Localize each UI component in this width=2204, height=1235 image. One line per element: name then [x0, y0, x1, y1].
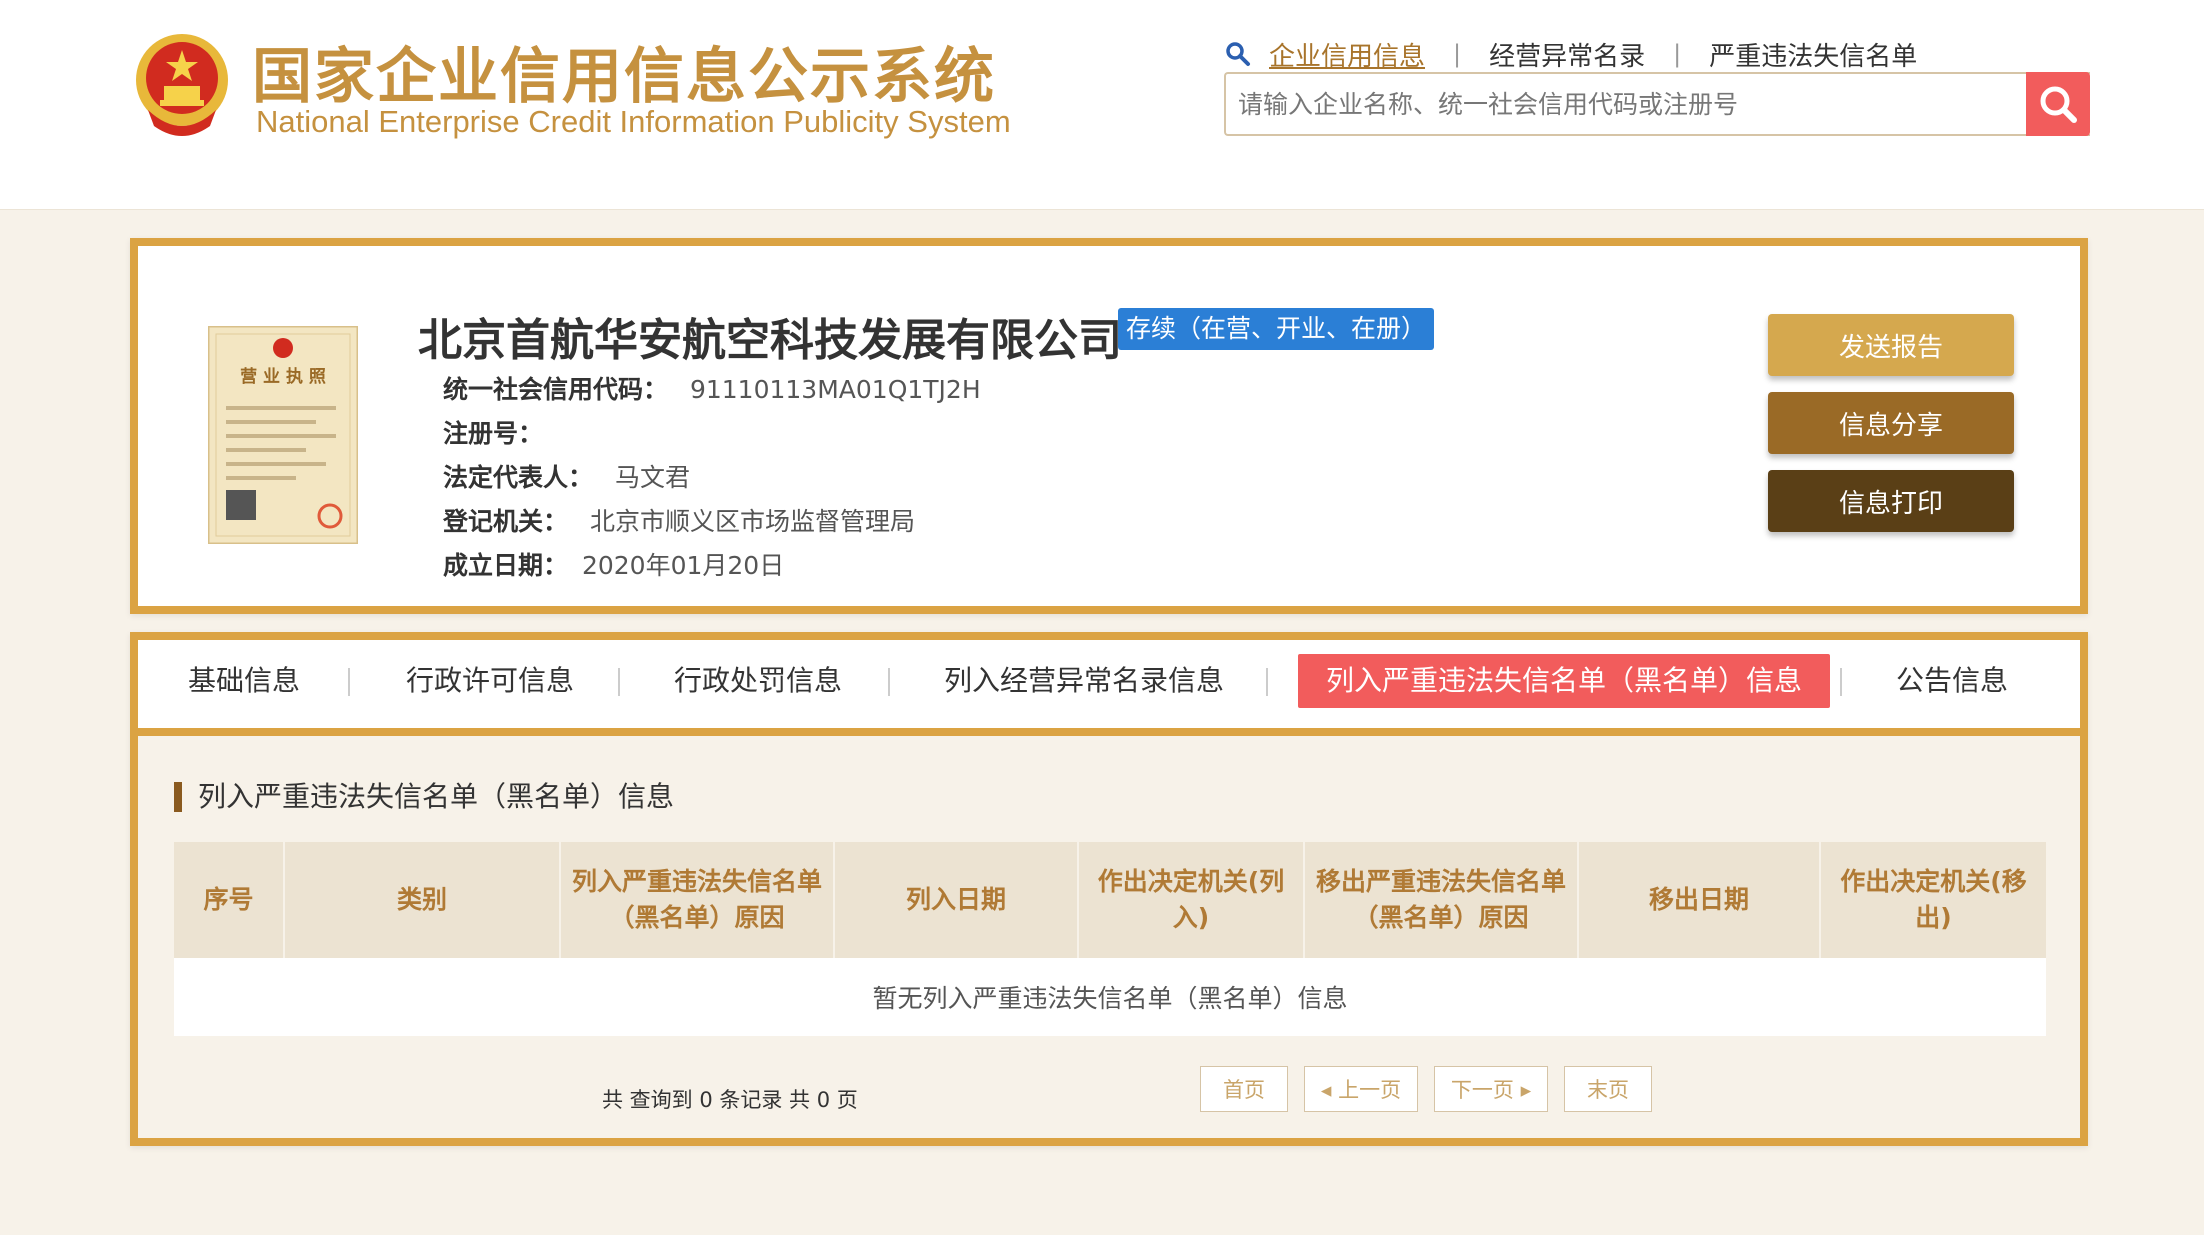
pager-prev-label: 上一页	[1338, 1078, 1402, 1102]
credit-code-value: 91110113MA01Q1TJ2H	[689, 375, 981, 404]
send-report-button[interactable]: 发送报告	[1768, 314, 2014, 376]
column-header: 作出决定机关(列入)	[1078, 842, 1305, 958]
nav-separator: |	[1673, 40, 1682, 68]
tab-basic-info[interactable]: 基础信息	[188, 654, 300, 708]
info-row-legal-representative: 法定代表人： 马文君	[443, 458, 690, 494]
section-title: 列入严重违法失信名单（黑名单）信息	[174, 782, 674, 812]
details-panel: 基础信息 行政许可信息 行政处罚信息 列入经营异常名录信息 列入严重违法失信名单…	[130, 632, 2088, 1146]
column-header: 列入严重违法失信名单（黑名单）原因	[560, 842, 835, 958]
table-header-row: 序号 类别 列入严重违法失信名单（黑名单）原因 列入日期 作出决定机关(列入) …	[174, 842, 2046, 958]
column-header: 序号	[174, 842, 285, 958]
establishment-date-label: 成立日期：	[443, 551, 569, 580]
tab-administrative-penalty[interactable]: 行政处罚信息	[674, 654, 842, 708]
establishment-date-value: 2020年01月20日	[581, 551, 785, 580]
column-header: 类别	[284, 842, 561, 958]
search-icon	[2040, 86, 2077, 123]
chevron-left-icon: ◂	[1320, 1078, 1339, 1102]
tab-abnormal-operation[interactable]: 列入经营异常名录信息	[944, 654, 1224, 708]
info-row-registration-number: 注册号：	[443, 414, 543, 450]
nav-enterprise-credit-info[interactable]: 企业信用信息	[1269, 36, 1425, 73]
tab-serious-violation[interactable]: 列入严重违法失信名单（黑名单）信息	[1298, 654, 1831, 708]
company-summary-panel: 营 业 执 照 北京首航华安航空科技发展有限公司 存续（在营、开业、在册） 统一…	[130, 238, 2088, 614]
nav-serious-violation-list[interactable]: 严重违法失信名单	[1709, 36, 1917, 73]
search-box	[1224, 72, 2090, 136]
empty-table-message: 暂无列入严重违法失信名单（黑名单）信息	[174, 958, 2046, 1036]
tabs-bar: 基础信息 行政许可信息 行政处罚信息 列入经营异常名录信息 列入严重违法失信名单…	[138, 640, 2080, 736]
pager-next-label: 下一页	[1450, 1078, 1514, 1102]
blacklist-table: 序号 类别 列入严重违法失信名单（黑名单）原因 列入日期 作出决定机关(列入) …	[174, 842, 2046, 1036]
pager-first-button[interactable]: 首页	[1200, 1066, 1288, 1112]
credit-code-label: 统一社会信用代码：	[443, 375, 669, 404]
registration-number-label: 注册号：	[443, 419, 544, 448]
registration-authority-value: 北京市顺义区市场监督管理局	[589, 507, 915, 536]
pager-last-button[interactable]: 末页	[1564, 1066, 1652, 1112]
info-row-registration-authority: 登记机关： 北京市顺义区市场监督管理局	[443, 502, 915, 538]
tab-separator	[1840, 668, 1842, 696]
info-row-credit-code: 统一社会信用代码： 91110113MA01Q1TJ2H	[443, 370, 981, 406]
pager-prev-button[interactable]: ◂ 上一页	[1304, 1066, 1418, 1112]
company-name: 北京首航华安航空科技发展有限公司	[418, 315, 1122, 366]
column-header: 作出决定机关(移出)	[1820, 842, 2046, 958]
legal-representative-value: 马文君	[614, 463, 690, 492]
search-button[interactable]	[2026, 72, 2090, 136]
tab-announcements[interactable]: 公告信息	[1896, 654, 2008, 708]
license-title: 营 业 执 照	[240, 366, 326, 387]
national-emblem-icon	[136, 34, 228, 136]
column-header: 移出日期	[1578, 842, 1821, 958]
site-title-en: National Enterprise Credit Information P…	[256, 104, 1011, 139]
nav-separator: |	[1453, 40, 1462, 68]
share-info-button[interactable]: 信息分享	[1768, 392, 2014, 454]
nav-abnormal-operation-list[interactable]: 经营异常名录	[1489, 36, 1645, 73]
tab-separator	[888, 668, 890, 696]
tab-administrative-license[interactable]: 行政许可信息	[406, 654, 574, 708]
site-title-cn: 国家企业信用信息公示系统	[252, 42, 996, 112]
tab-separator	[348, 668, 350, 696]
magnifier-icon	[1226, 42, 1250, 66]
top-nav: 企业信用信息 | 经营异常名录 | 严重违法失信名单	[1225, 34, 1917, 74]
table-row: 暂无列入严重违法失信名单（黑名单）信息	[174, 958, 2046, 1036]
business-license-thumbnail[interactable]: 营 业 执 照	[208, 326, 358, 544]
print-info-button[interactable]: 信息打印	[1768, 470, 2014, 532]
info-row-establishment-date: 成立日期： 2020年01月20日	[443, 546, 784, 582]
column-header: 列入日期	[834, 842, 1079, 958]
chevron-right-icon: ▸	[1513, 1078, 1532, 1102]
registration-authority-label: 登记机关：	[443, 507, 569, 536]
tab-separator	[618, 668, 620, 696]
status-badge: 存续（在营、开业、在册）	[1118, 308, 1435, 350]
pager-next-button[interactable]: 下一页 ▸	[1434, 1066, 1548, 1112]
column-header: 移出严重违法失信名单（黑名单）原因	[1304, 842, 1579, 958]
tab-separator	[1266, 668, 1268, 696]
pager-summary: 共 查询到 0 条记录 共 0 页	[602, 1088, 858, 1112]
legal-representative-label: 法定代表人：	[443, 463, 594, 492]
site-header: 国家企业信用信息公示系统 National Enterprise Credit …	[0, 0, 2204, 210]
search-input[interactable]	[1226, 74, 2090, 134]
